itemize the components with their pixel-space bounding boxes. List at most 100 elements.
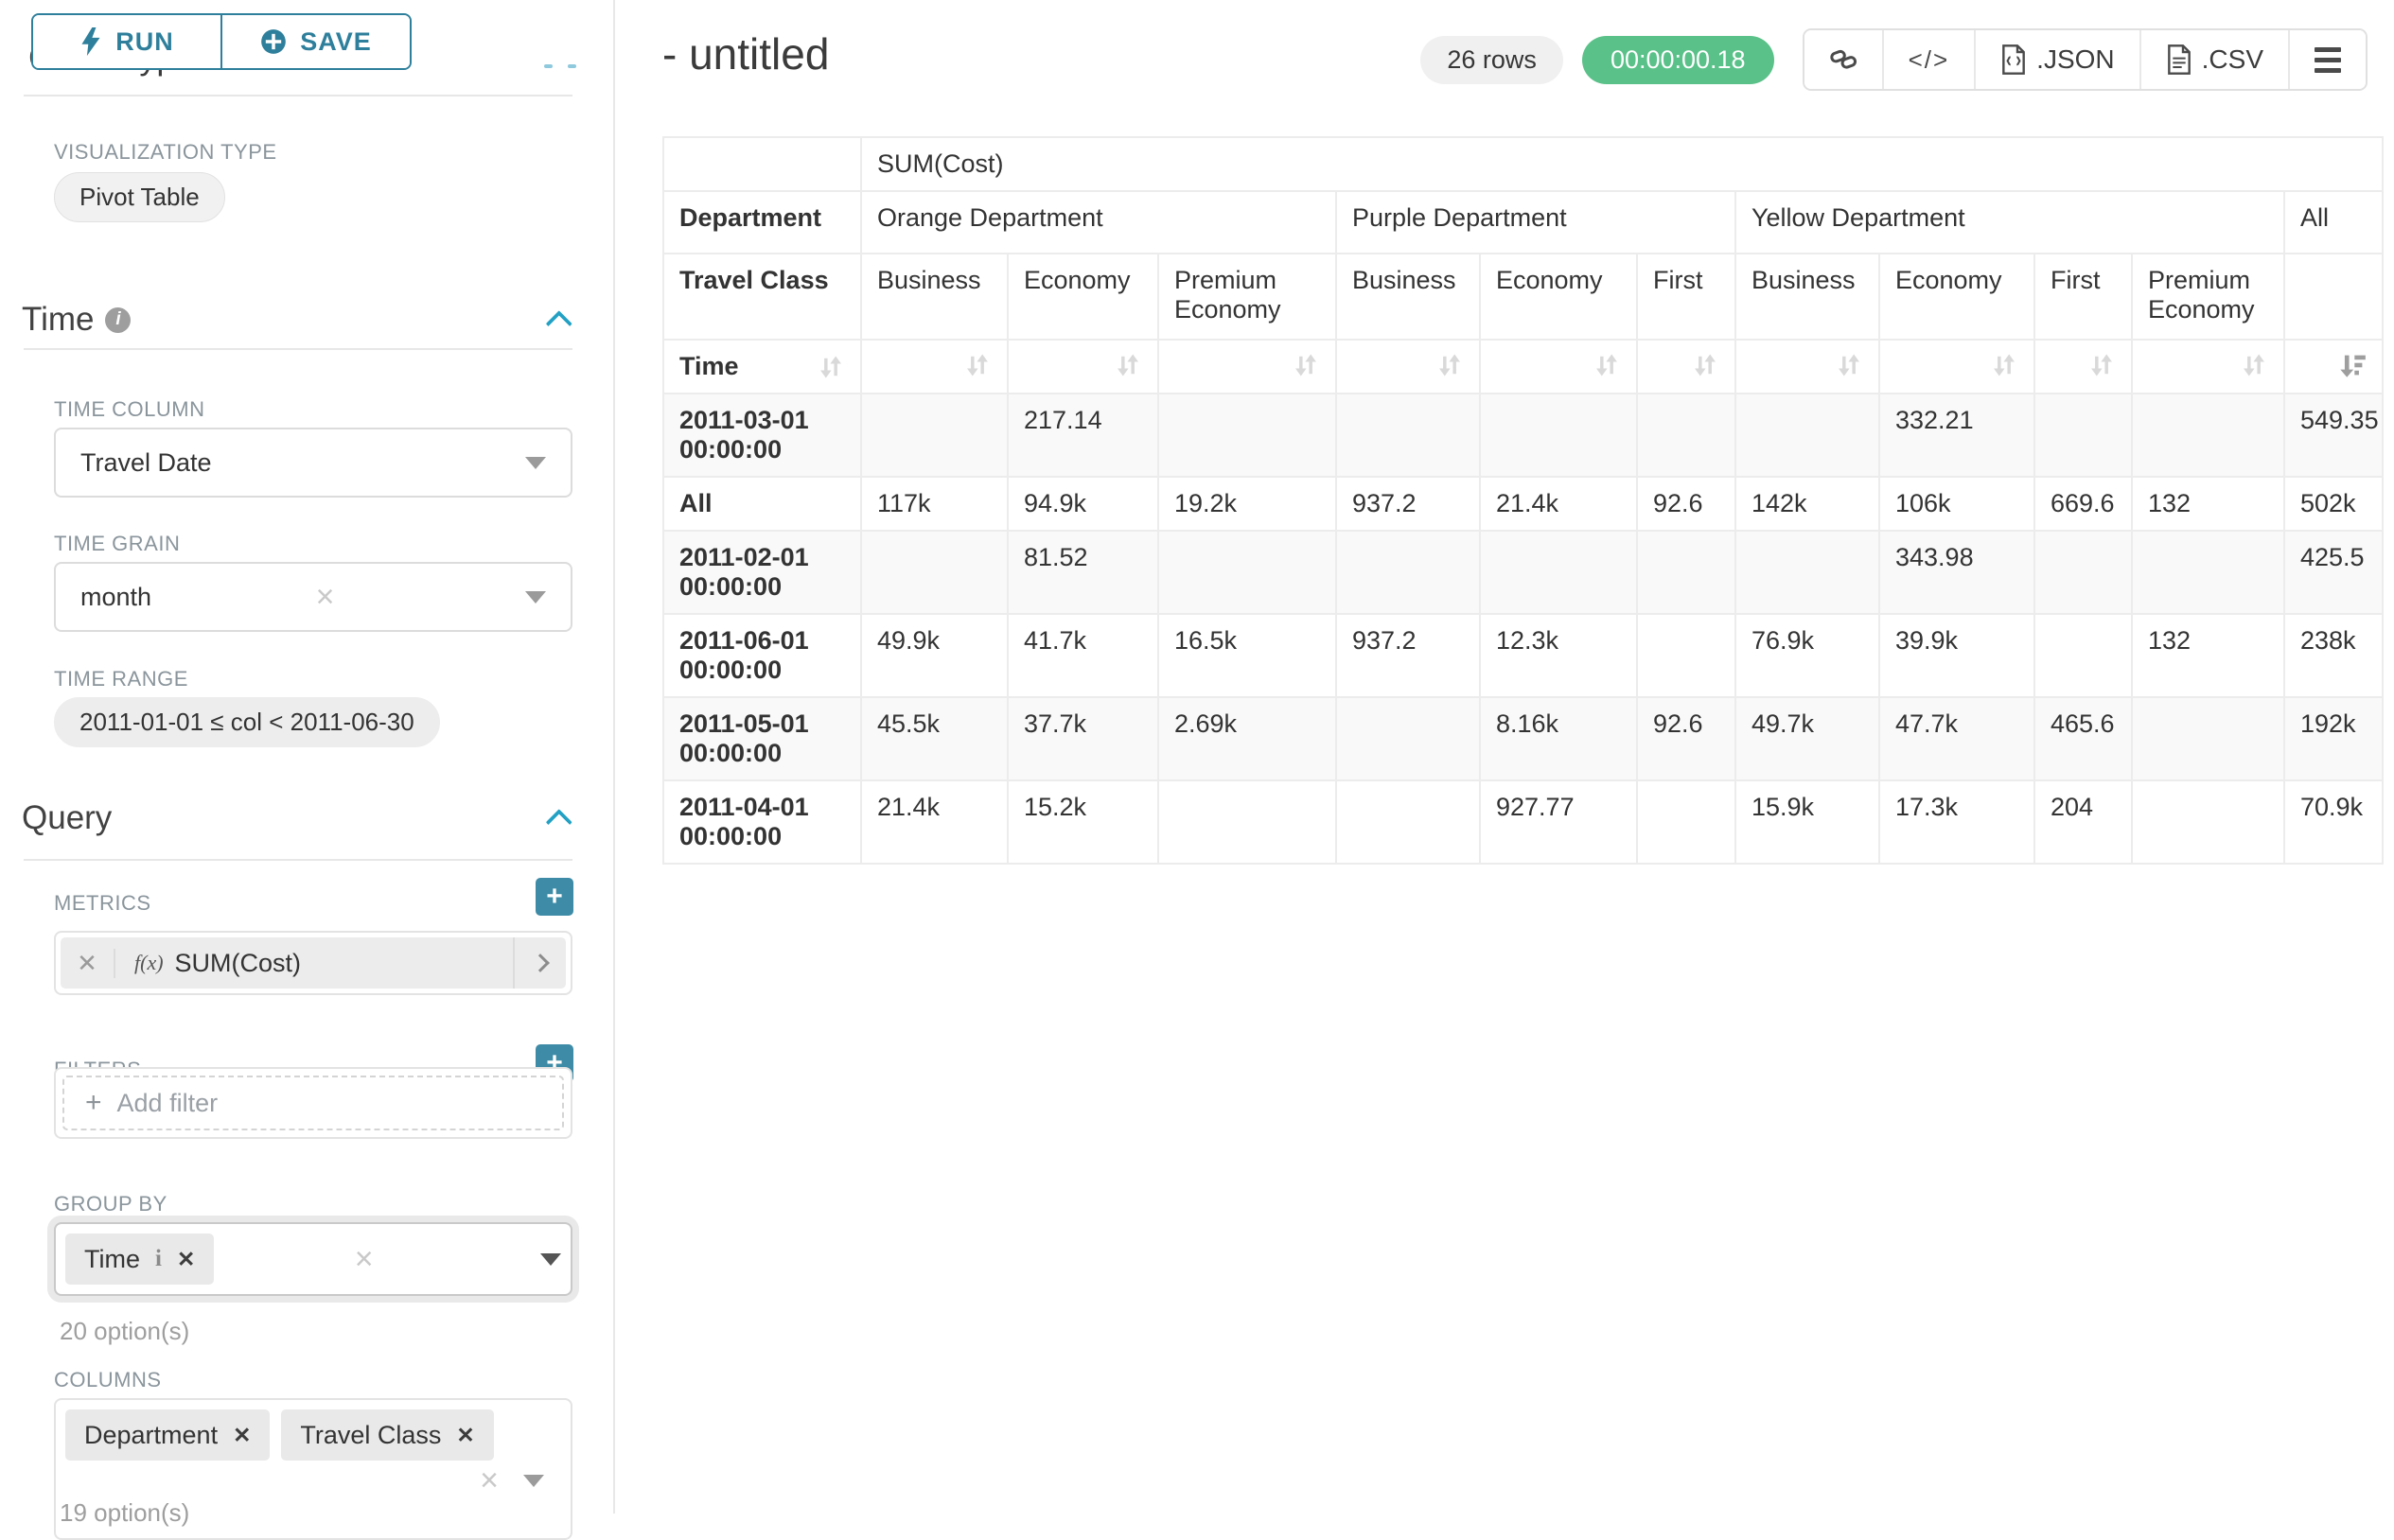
remove-tag-icon[interactable]: ✕: [233, 1423, 251, 1448]
travel-class-header: First: [2034, 254, 2132, 340]
sort-icon[interactable]: [1691, 352, 1719, 378]
chevron-up-icon[interactable]: [546, 809, 572, 835]
link-icon: [1829, 45, 1857, 74]
control-panel: Chart Type RUN SAVE VISUALIZATION TYPE P…: [0, 0, 614, 1514]
embed-code-button[interactable]: </>: [1882, 30, 1975, 89]
value-cell: 15.2k: [1008, 780, 1158, 864]
travel-class-header: First: [1637, 254, 1735, 340]
value-cell: 19.2k: [1158, 477, 1336, 531]
department-group-header: Yellow Department: [1735, 191, 2284, 254]
sort-icon[interactable]: [1114, 352, 1142, 378]
export-json-button[interactable]: .JSON: [1974, 30, 2139, 89]
row-label: All: [663, 477, 861, 531]
visualization-type-pill[interactable]: Pivot Table: [54, 172, 225, 222]
column-sort-header[interactable]: [2034, 340, 2132, 394]
group-by-select[interactable]: Timei✕ ×: [54, 1222, 572, 1296]
value-cell: [1158, 394, 1336, 477]
value-cell: 132: [2132, 477, 2284, 531]
value-cell: 217.14: [1008, 394, 1158, 477]
chevron-up-icon[interactable]: [546, 310, 572, 337]
travel-class-axis-label: Travel Class: [663, 254, 861, 340]
clear-icon[interactable]: ×: [480, 1464, 499, 1496]
time-range-pill[interactable]: 2011-01-01 ≤ col < 2011-06-30: [54, 697, 440, 747]
value-cell: 12.3k: [1480, 614, 1637, 697]
sort-icon[interactable]: [2240, 352, 2268, 378]
visualization-type-label: VISUALIZATION TYPE: [54, 140, 277, 165]
column-sort-header[interactable]: [1637, 340, 1735, 394]
time-sort-header[interactable]: Time: [663, 340, 861, 394]
value-cell: 937.2: [1336, 614, 1480, 697]
column-sort-header[interactable]: [1336, 340, 1480, 394]
select-tag[interactable]: Timei✕: [65, 1234, 214, 1285]
value-cell: [1637, 780, 1735, 864]
time-grain-select[interactable]: month ×: [54, 562, 572, 632]
column-sort-header[interactable]: [1735, 340, 1879, 394]
column-sort-header[interactable]: [1008, 340, 1158, 394]
plus-icon: +: [85, 1087, 102, 1119]
run-save-button-group: RUN SAVE: [31, 13, 412, 70]
value-cell: 21.4k: [861, 780, 1008, 864]
value-cell: 502k: [2284, 477, 2383, 531]
column-sort-header[interactable]: [1480, 340, 1637, 394]
sort-icon[interactable]: [2087, 352, 2116, 378]
clear-icon[interactable]: ×: [355, 1243, 374, 1275]
value-cell: [2132, 697, 2284, 780]
sort-icon[interactable]: [1990, 352, 2018, 378]
row-label: 2011-02-01 00:00:00: [663, 531, 861, 614]
add-filter-button[interactable]: + Add filter: [62, 1076, 564, 1130]
more-options-button[interactable]: [2288, 30, 2366, 89]
metric-pill[interactable]: ✕ f(x) SUM(Cost): [61, 937, 566, 989]
add-metric-button[interactable]: +: [536, 878, 573, 916]
table-row: 2011-05-01 00:00:0045.5k37.7k2.69k8.16k9…: [663, 697, 2383, 780]
value-cell: [1336, 780, 1480, 864]
save-button-label: SAVE: [300, 27, 372, 57]
panel-drag-dots: [544, 64, 576, 68]
clear-icon[interactable]: ×: [316, 581, 335, 613]
sort-icon[interactable]: [1835, 352, 1863, 378]
sort-icon[interactable]: [1292, 352, 1320, 378]
sort-icon[interactable]: [963, 352, 992, 378]
metric-control: ✕ f(x) SUM(Cost): [54, 931, 572, 995]
info-icon[interactable]: i: [105, 307, 131, 333]
fx-icon: f(x): [134, 951, 164, 975]
time-column-select[interactable]: Travel Date: [54, 428, 572, 498]
sort-icon[interactable]: [1435, 352, 1464, 378]
value-cell: [1480, 531, 1637, 614]
sort-desc-icon[interactable]: [2338, 352, 2367, 378]
sort-icon[interactable]: [1593, 352, 1621, 378]
column-sort-header[interactable]: [1879, 340, 2034, 394]
add-filter-label: Add filter: [117, 1089, 219, 1118]
value-cell: 81.52: [1008, 531, 1158, 614]
value-cell: 39.9k: [1879, 614, 2034, 697]
export-csv-button[interactable]: .CSV: [2139, 30, 2288, 89]
value-cell: 76.9k: [1735, 614, 1879, 697]
time-grain-value: month: [80, 583, 151, 612]
column-sort-header[interactable]: [1158, 340, 1336, 394]
copy-link-button[interactable]: [1804, 30, 1882, 89]
select-tag[interactable]: Department✕: [65, 1409, 270, 1461]
csv-file-icon: [2166, 44, 2192, 75]
column-sort-header[interactable]: [2284, 340, 2383, 394]
remove-tag-icon[interactable]: ✕: [177, 1247, 195, 1272]
remove-tag-icon[interactable]: ✕: [456, 1423, 474, 1448]
value-cell: 70.9k: [2284, 780, 2383, 864]
department-group-header: Purple Department: [1336, 191, 1735, 254]
sort-icon[interactable]: [817, 354, 845, 380]
value-cell: [1637, 394, 1735, 477]
value-cell: [861, 531, 1008, 614]
run-button[interactable]: RUN: [33, 15, 220, 68]
group-by-label: GROUP BY: [54, 1192, 167, 1216]
save-button[interactable]: SAVE: [220, 15, 410, 68]
column-sort-header[interactable]: [861, 340, 1008, 394]
json-file-icon: [2000, 44, 2027, 75]
column-sort-header[interactable]: [2132, 340, 2284, 394]
page-title[interactable]: - untitled: [662, 28, 829, 79]
select-tag[interactable]: Travel Class✕: [281, 1409, 493, 1461]
value-cell: [1336, 697, 1480, 780]
pivot-table: SUM(Cost)DepartmentOrange DepartmentPurp…: [662, 136, 2384, 865]
time-section-title: Time: [22, 301, 94, 339]
metric-header-cell: SUM(Cost): [861, 137, 2383, 191]
expand-metric-button[interactable]: [513, 937, 566, 989]
remove-metric-icon[interactable]: ✕: [61, 949, 115, 978]
chevron-right-icon: [531, 954, 550, 972]
